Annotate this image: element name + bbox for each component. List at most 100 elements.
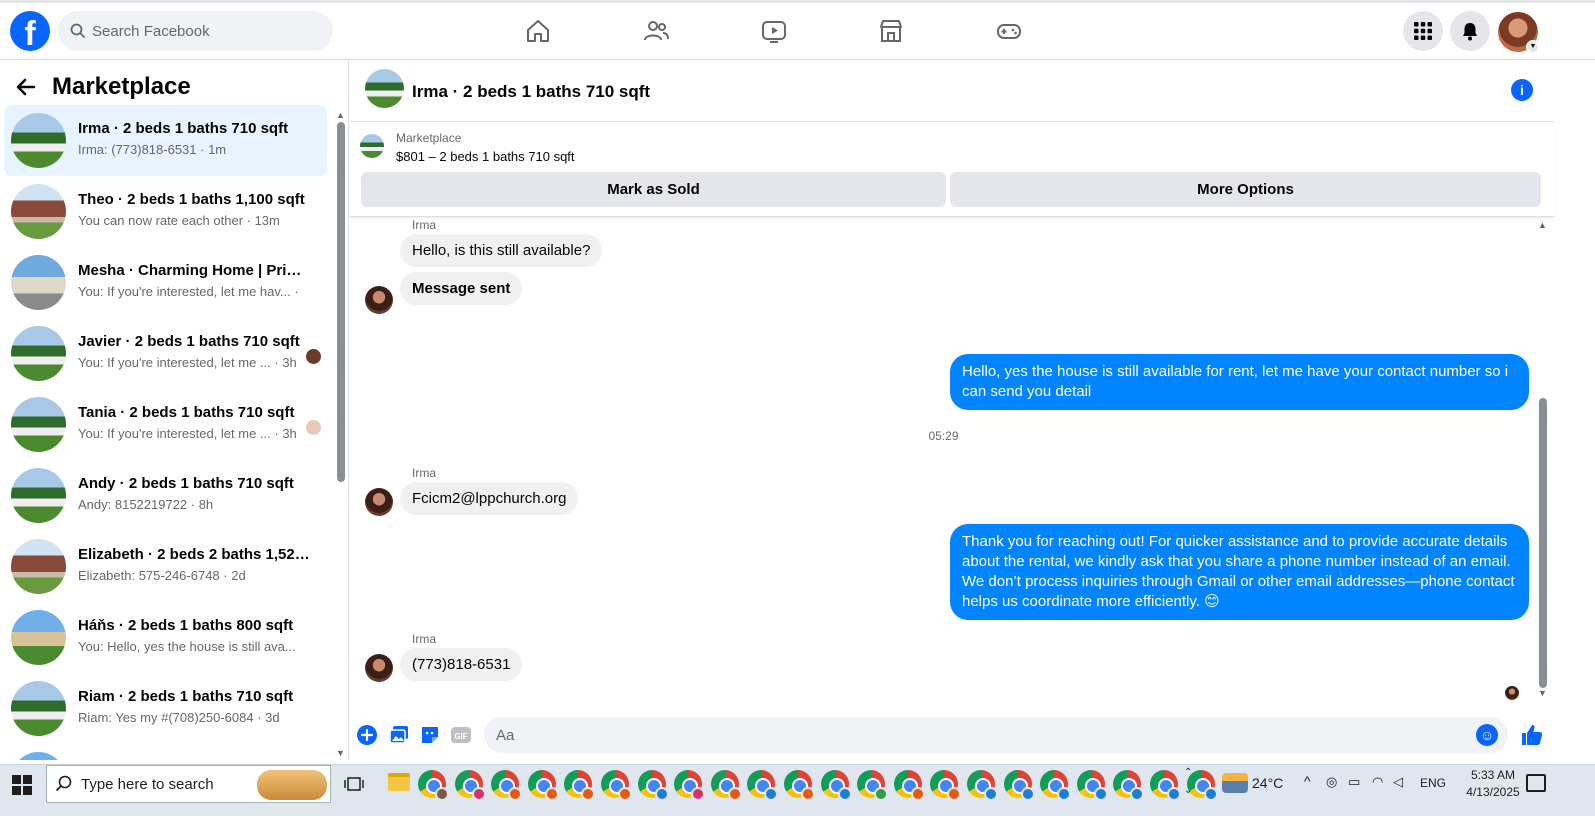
chrome-window-icon[interactable] (1150, 770, 1181, 801)
marketplace-icon[interactable] (877, 17, 905, 45)
conversation-item-tania[interactable]: Tania · 2 beds 1 baths 710 sqft You: If … (4, 389, 327, 460)
profile-badge-icon (581, 787, 596, 801)
gif-icon[interactable]: GIF (450, 724, 472, 746)
chrome-window-icon[interactable] (491, 770, 523, 801)
weather-icon[interactable] (1222, 773, 1248, 793)
show-hidden-down-icon[interactable]: ⌄ (1184, 785, 1192, 796)
conversation-item-partial[interactable] (4, 744, 327, 760)
chrome-window-icon[interactable] (564, 770, 596, 801)
photo-icon[interactable] (388, 724, 410, 746)
volume-icon[interactable]: ◁ (1393, 774, 1403, 790)
search-box[interactable] (58, 11, 333, 51)
conversation-item-theo[interactable]: Theo · 2 beds 1 baths 1,100 sqft You can… (4, 176, 327, 247)
conversation-item-andy[interactable]: Andy · 2 beds 1 baths 710 sqft Andy: 815… (4, 460, 327, 531)
chrome-window-icon[interactable] (1040, 770, 1072, 801)
chrome-window-icon[interactable] (454, 770, 486, 801)
chrome-window-icon[interactable] (930, 770, 962, 801)
mark-as-sold-button[interactable]: Mark as Sold (361, 172, 946, 207)
tray-overflow-icon[interactable]: ^ (1304, 773, 1311, 789)
sender-avatar[interactable] (365, 488, 393, 516)
scroll-down-arrow-icon[interactable]: ▼ (336, 748, 345, 758)
chrome-window-icon[interactable] (747, 770, 779, 801)
add-attachment-icon[interactable] (356, 724, 378, 746)
conversation-item-riam[interactable]: Riam · 2 beds 1 baths 710 sqft Riam: Yes… (4, 673, 327, 744)
chrome-window-icon[interactable] (527, 770, 559, 801)
facebook-logo[interactable]: f (10, 11, 50, 51)
scroll-down-arrow-icon[interactable]: ▼ (1538, 688, 1547, 698)
message-input-box[interactable]: ☺ (484, 717, 1508, 753)
taskbar-search-box[interactable] (46, 765, 331, 803)
video-icon[interactable] (760, 17, 788, 45)
temperature[interactable]: 24°C (1252, 775, 1283, 791)
listing-description[interactable]: $801 – 2 beds 1 baths 710 sqft (396, 149, 575, 164)
chrome-window-icon[interactable] (967, 770, 998, 801)
more-options-button[interactable]: More Options (950, 172, 1541, 207)
battery-icon[interactable]: ▭ (1348, 774, 1360, 790)
scroll-up-arrow-icon[interactable]: ▲ (1538, 220, 1547, 230)
file-explorer-icon[interactable] (388, 773, 410, 791)
profile-badge-icon (1093, 787, 1108, 801)
conversation-item-mesha[interactable]: Mesha · Charming Home | Prime... You: If… (4, 247, 327, 318)
chrome-window-icon[interactable] (1076, 770, 1108, 801)
chrome-window-icon[interactable] (710, 770, 742, 801)
notifications-button[interactable] (1450, 11, 1490, 51)
windows-start-icon[interactable] (12, 775, 32, 795)
emoji-icon[interactable]: ☺ (1476, 724, 1498, 746)
action-center-icon[interactable] (1526, 774, 1546, 792)
listing-category: Marketplace (396, 131, 462, 145)
chrome-window-icon[interactable] (418, 770, 449, 801)
taskbar-search-input[interactable] (81, 766, 251, 802)
outgoing-message[interactable]: Thank you for reaching out! For quicker … (950, 524, 1529, 620)
show-hidden-up-icon[interactable]: ⌃ (1184, 767, 1192, 778)
chrome-window-icon[interactable] (601, 770, 632, 801)
chat-header: Irma · 2 beds 1 baths 710 sqft i (350, 60, 1555, 122)
incoming-message[interactable]: Message sent (400, 272, 523, 305)
gaming-icon[interactable] (995, 17, 1023, 45)
chat-listing-avatar[interactable] (365, 69, 404, 108)
task-view-icon[interactable] (344, 775, 364, 793)
sidebar-scrollbar[interactable] (337, 122, 345, 482)
info-icon[interactable]: i (1511, 79, 1533, 101)
incoming-message[interactable]: Hello, is this still available? (400, 234, 603, 267)
listing-thumbnail (11, 752, 66, 760)
chat-scrollbar[interactable] (1539, 398, 1547, 688)
chrome-window-icon[interactable] (857, 770, 889, 801)
chrome-window-icon[interactable] (893, 770, 925, 801)
chrome-window-icon[interactable] (820, 770, 852, 801)
sender-avatar[interactable] (365, 654, 393, 682)
conversation-preview: Riam: Yes my #(708)250-6084 · 3d (78, 710, 280, 725)
chrome-window-icon[interactable] (784, 770, 815, 801)
incoming-message[interactable]: Fcicm2@lppchurch.org (400, 482, 579, 515)
windows-taskbar: ⌃ ⌄ 24°C ^ ◎ ▭ ◠ ◁ ENG 5:33 AM 4/13/2025 (0, 764, 1595, 816)
conversation-item-elizabeth[interactable]: Elizabeth · 2 beds 2 baths 1,520 ... Eli… (4, 531, 327, 602)
search-input[interactable] (92, 11, 322, 51)
chrome-window-icon[interactable] (637, 770, 669, 801)
chat-title[interactable]: Irma · 2 beds 1 baths 710 sqft (412, 82, 650, 102)
thumbs-up-icon[interactable] (1520, 723, 1544, 747)
conversation-item-irma[interactable]: Irma · 2 beds 1 baths 710 sqft Irma: (77… (4, 105, 327, 176)
clock-date[interactable]: 4/13/2025 (1462, 785, 1524, 799)
conversation-item-javier[interactable]: Javier · 2 beds 1 baths 710 sqft You: If… (4, 318, 327, 389)
back-arrow-icon[interactable] (14, 75, 38, 99)
language-indicator[interactable]: ENG (1420, 776, 1446, 790)
scroll-up-arrow-icon[interactable]: ▲ (336, 110, 345, 120)
chrome-window-icon[interactable] (1113, 770, 1145, 801)
profile-badge-icon (874, 787, 889, 801)
outgoing-message[interactable]: Hello, yes the house is still available … (950, 354, 1529, 410)
home-icon[interactable] (524, 17, 552, 45)
camera-icon[interactable]: ◎ (1326, 774, 1337, 790)
sticker-icon[interactable] (419, 724, 441, 746)
chrome-window-icon[interactable] (1003, 770, 1035, 801)
wifi-icon[interactable]: ◠ (1372, 774, 1383, 790)
listing-thumbnail[interactable] (360, 134, 384, 158)
clock-time[interactable]: 5:33 AM (1462, 768, 1524, 782)
menu-grid-button[interactable] (1403, 11, 1443, 51)
conversation-preview: Andy: 8152219722 · 8h (78, 497, 214, 512)
friends-icon[interactable] (642, 17, 670, 45)
message-input[interactable] (496, 717, 1456, 753)
conversation-item-hans[interactable]: Háňs · 2 beds 1 baths 800 sqft You: Hell… (4, 602, 327, 673)
profile-avatar[interactable]: ▼ (1498, 12, 1540, 54)
sender-avatar[interactable] (365, 286, 393, 314)
chrome-window-icon[interactable] (674, 770, 706, 801)
incoming-message[interactable]: (773)818-6531 (400, 648, 523, 681)
